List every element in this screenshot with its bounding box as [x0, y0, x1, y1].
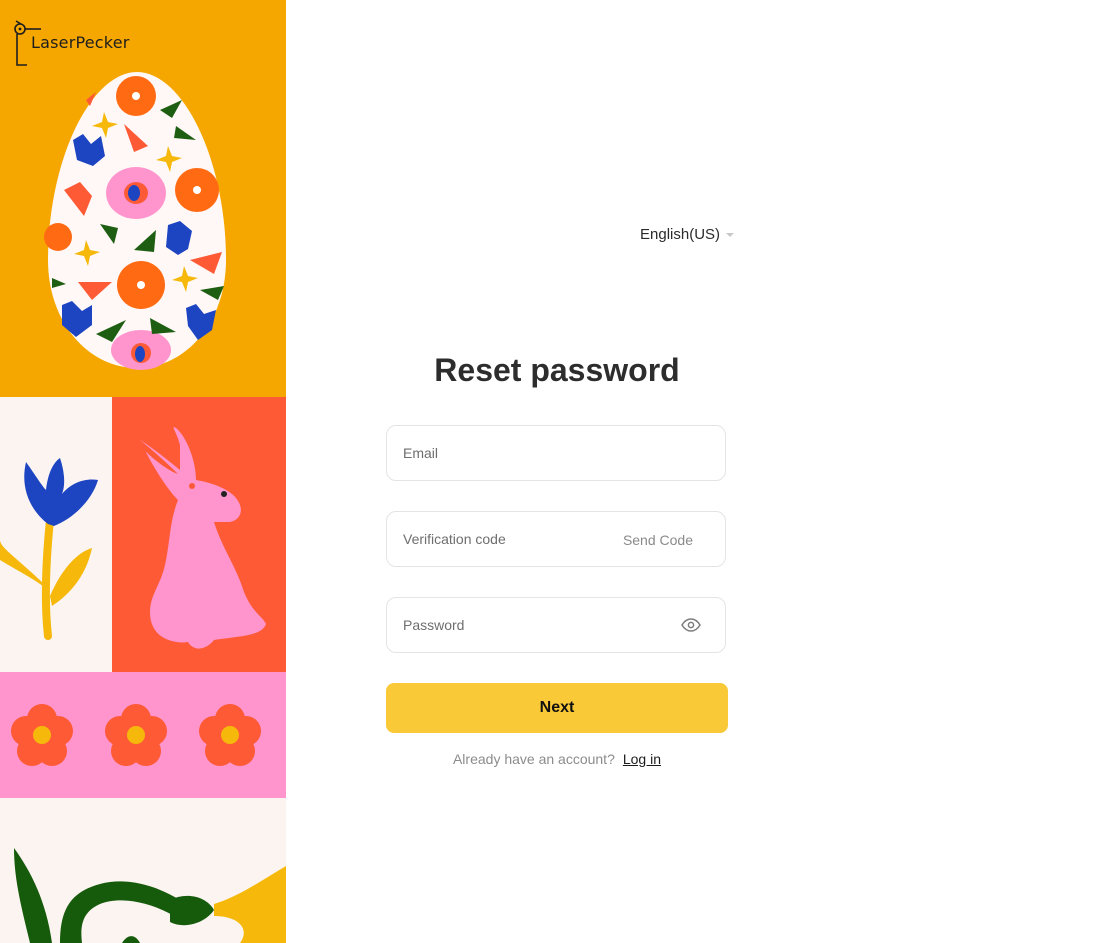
chevron-down-icon [726, 232, 735, 237]
verification-code-input[interactable] [403, 512, 613, 566]
password-field [386, 597, 726, 653]
language-selector[interactable]: English(US) [640, 226, 735, 243]
email-input[interactable] [403, 426, 711, 480]
page-title: Reset password [434, 352, 680, 388]
login-prompt-text: Already have an account? [452, 751, 615, 767]
password-input[interactable] [403, 598, 673, 652]
login-prompt: Already have an account? Log in [386, 751, 728, 767]
verification-code-field: Send Code [386, 511, 726, 567]
decorative-art-panel: LaserPecker [0, 0, 286, 943]
reset-password-panel: English(US) Reset password Send Code Nex… [286, 0, 1114, 943]
send-code-button[interactable]: Send Code [623, 532, 693, 548]
next-button[interactable]: Next [386, 683, 728, 733]
login-link[interactable]: Log in [623, 751, 661, 767]
eye-icon[interactable] [681, 617, 701, 633]
easter-illustration [0, 0, 286, 943]
language-label: English(US) [640, 226, 721, 243]
brand-name: LaserPecker [31, 33, 130, 52]
email-field [386, 425, 726, 481]
